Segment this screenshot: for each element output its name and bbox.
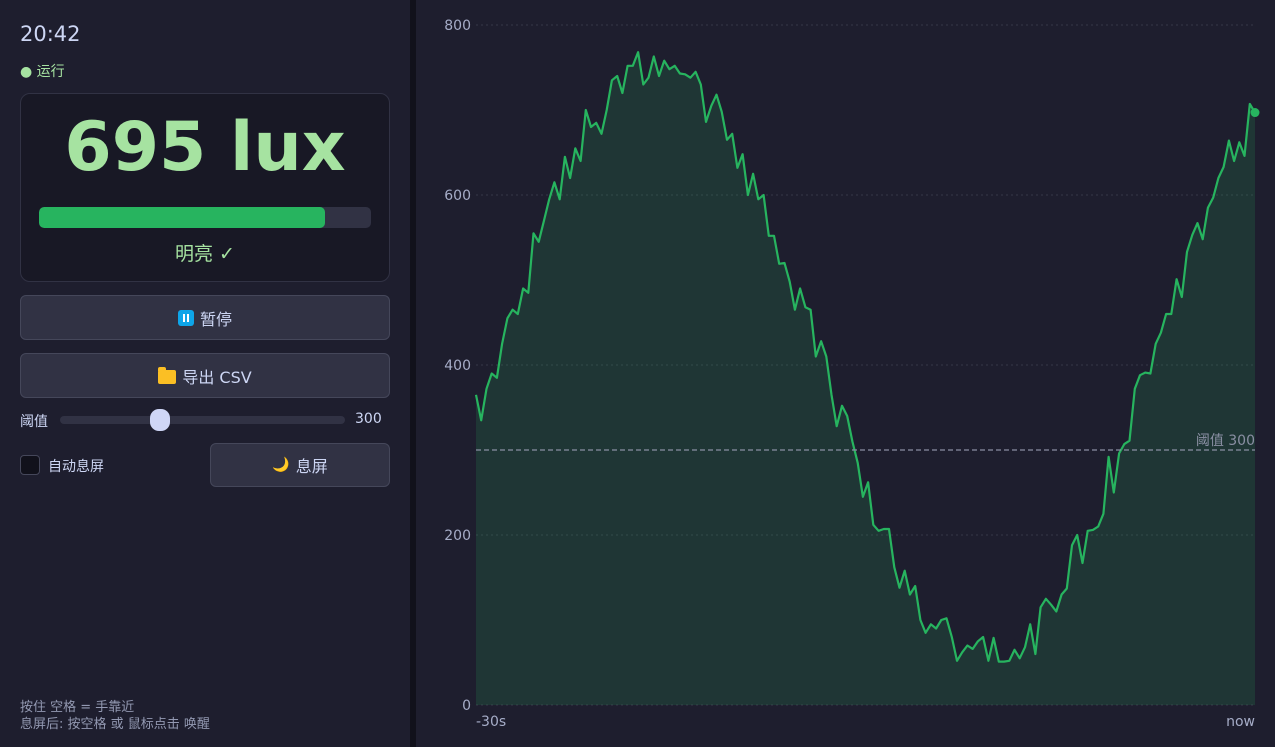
pause-icon [177, 309, 194, 326]
status-indicator: ● 运行 [20, 64, 65, 80]
auto-sleep-label: 自动息屏 [48, 459, 104, 475]
auto-sleep-checkbox[interactable] [20, 455, 40, 475]
threshold-value: 300 [355, 411, 382, 427]
pause-label: 暂停 [199, 309, 232, 329]
latest-point [1250, 108, 1260, 118]
level-bar-fill [39, 207, 325, 228]
brightness-state: 明亮 ✓ [175, 243, 235, 265]
lux-reading: 695 lux [64, 108, 346, 187]
sleep-button[interactable]: 🌙 息屏 [210, 443, 390, 487]
export-label: 导出 CSV [182, 367, 252, 387]
threshold-line-label: 阈值 300 [1196, 433, 1255, 449]
y-tick-label: 200 [444, 528, 471, 544]
clock: 20:42 [20, 22, 81, 46]
y-tick-label: 800 [444, 18, 471, 34]
hint-line-2: 息屏后: 按空格 或 鼠标点击 唤醒 [20, 717, 210, 732]
folder-icon [158, 366, 177, 384]
moon-icon: 🌙 [272, 457, 290, 473]
y-tick-label: 0 [462, 698, 471, 714]
threshold-label: 阈值 [20, 414, 48, 430]
export-csv-button[interactable]: 导出 CSV [20, 353, 390, 398]
x-label-end: now [1226, 714, 1255, 730]
y-tick-label: 600 [444, 188, 471, 204]
lux-chart: 0 200 400 600 800 阈值 300 -30s now [444, 18, 1260, 730]
reading-card: 695 lux 明亮 ✓ [20, 93, 390, 282]
control-panel: 20:42 ● 运行 695 lux 明亮 ✓ 暂停 导出 CSV 阈值 300… [0, 0, 410, 747]
chart-panel: 0 200 400 600 800 阈值 300 -30s now [416, 0, 1275, 747]
threshold-slider-thumb[interactable] [149, 409, 170, 431]
x-label-start: -30s [476, 714, 506, 730]
level-bar [39, 207, 371, 228]
y-tick-label: 400 [444, 358, 471, 374]
threshold-slider[interactable] [60, 416, 345, 424]
sleep-label: 息屏 [295, 457, 328, 476]
pause-button[interactable]: 暂停 [20, 295, 390, 340]
